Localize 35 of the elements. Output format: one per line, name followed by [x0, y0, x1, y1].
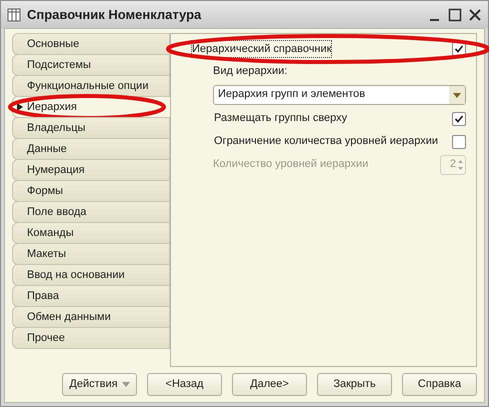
dialog-button[interactable]: <Назад — [147, 373, 222, 396]
tab[interactable]: Прочее — [12, 327, 170, 349]
hierarchy-dropdown[interactable]: Иерархия групп и элементов — [213, 84, 466, 104]
dialog-button[interactable]: Закрыть — [317, 373, 392, 396]
tab[interactable]: Подсистемы — [12, 54, 170, 76]
tab[interactable]: Нумерация — [12, 159, 170, 181]
tab[interactable]: Основные — [12, 33, 170, 55]
tab[interactable]: Функциональные опции — [12, 75, 170, 97]
window-title: Справочник Номенклатура — [27, 6, 202, 24]
checkbox-label: Иерархический справочник — [191, 40, 332, 58]
tab[interactable]: Владельцы — [12, 117, 170, 139]
field-label: Вид иерархии: — [213, 65, 288, 77]
checkbox[interactable] — [452, 134, 466, 148]
tab[interactable]: Поле ввода — [12, 201, 170, 223]
field-label: Количество уровней иерархии — [213, 157, 368, 172]
tab[interactable]: Данные — [12, 138, 170, 160]
check-icon — [454, 114, 464, 124]
caret-icon — [122, 382, 130, 387]
checkbox[interactable] — [452, 112, 466, 126]
tab[interactable]: Формы — [12, 180, 170, 202]
tab[interactable]: Ввод на основании — [12, 264, 170, 286]
close-icon[interactable] — [468, 8, 482, 22]
check-icon — [454, 44, 464, 54]
dialog-button[interactable]: Действия — [62, 373, 137, 396]
tab[interactable]: Права — [12, 285, 170, 307]
pointer-icon — [17, 103, 23, 111]
dialog-button[interactable]: Справка — [402, 373, 477, 396]
tab[interactable]: Обмен данными — [12, 306, 170, 328]
tab[interactable]: Команды — [12, 222, 170, 244]
maximize-icon[interactable] — [448, 8, 462, 22]
dialog-button[interactable]: Далее> — [232, 373, 307, 396]
checkbox-label: Размещать группы сверху — [213, 111, 348, 126]
table-icon — [7, 8, 21, 22]
tab[interactable]: Макеты — [12, 243, 170, 265]
checkbox-label: Ограничение количества уровней иерархии — [213, 134, 440, 150]
